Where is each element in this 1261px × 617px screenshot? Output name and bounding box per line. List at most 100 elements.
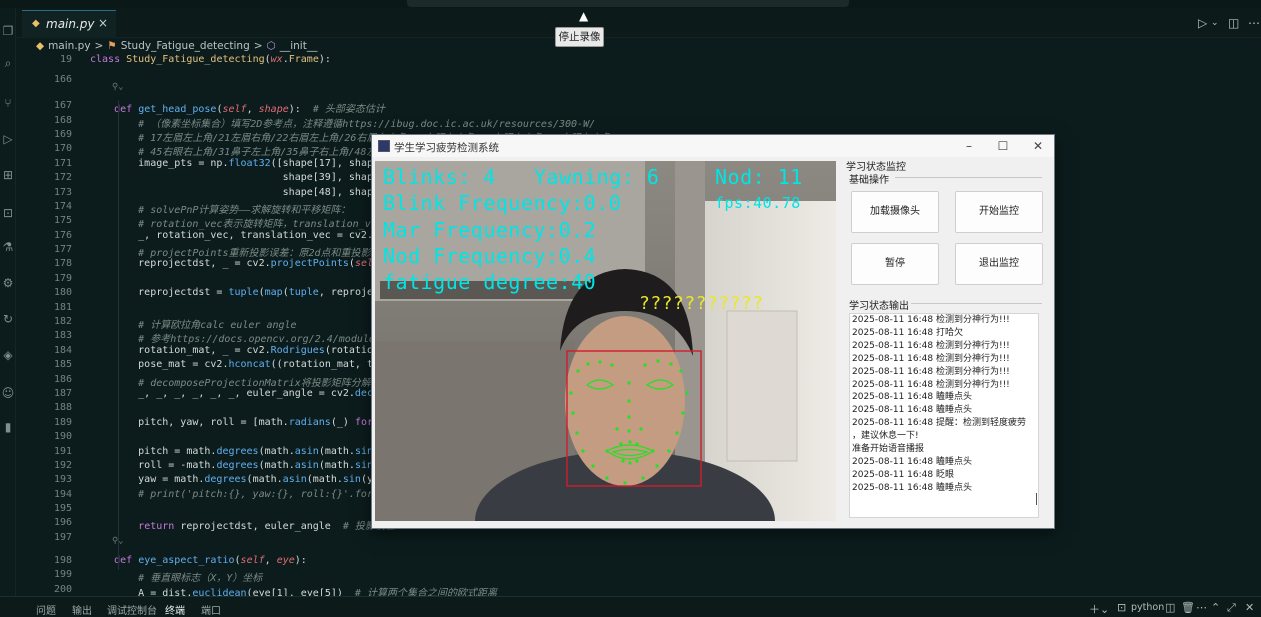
robot-icon[interactable]: ☺ bbox=[1, 386, 15, 400]
panel-tab-ports[interactable]: 端口 bbox=[201, 602, 221, 617]
minimize-icon[interactable]: – bbox=[962, 139, 976, 153]
overlay-fps: fps:40.78 bbox=[715, 194, 801, 212]
line-number: 177 bbox=[53, 244, 72, 255]
code-line[interactable]: self.di bbox=[90, 273, 415, 284]
line-number: 194 bbox=[53, 489, 72, 500]
more-icon[interactable]: ⋯ bbox=[1196, 601, 1207, 614]
group-divider bbox=[895, 177, 1042, 178]
code-line[interactable]: # solvePnP计算姿势——求解旋转和平移矩阵： bbox=[90, 201, 350, 216]
log-line: 2025-08-11 16:48 眨眼 bbox=[852, 469, 954, 480]
code-line[interactable]: pose_mat = cv2.hconcat((rotation_mat, tr… bbox=[90, 359, 403, 370]
method-icon: ⬡ bbox=[266, 40, 276, 52]
class-icon: ⚑ bbox=[107, 40, 117, 52]
log-line: 2025-08-11 16:48 瞌睡点头 bbox=[852, 392, 972, 403]
code-line[interactable]: # decomposeProjectionMatrix将投影矩阵分解为旋 bbox=[90, 374, 391, 389]
remote-icon[interactable]: ⊡ bbox=[1, 206, 15, 220]
log-line: ，建议休息一下! bbox=[852, 431, 919, 442]
control-panel: 学习状态监控 基础操作 加载摄像头 开始监控 暂停 退出监控 学习状态输出 20… bbox=[843, 157, 1053, 525]
breadcrumb-class[interactable]: Study_Fatigue_detecting bbox=[121, 40, 250, 52]
breadcrumb-method[interactable]: __init__ bbox=[280, 40, 318, 52]
maximize-icon[interactable]: ☐ bbox=[996, 139, 1010, 153]
line-number: 200 bbox=[53, 584, 72, 595]
code-line[interactable]: # print('pitch:{}, yaw:{}, roll:{}'.form… bbox=[90, 489, 397, 500]
close-tab-icon[interactable]: × bbox=[98, 16, 108, 30]
codelens-hint[interactable]: ⚲⌄ bbox=[112, 82, 123, 92]
breadcrumb-file[interactable]: main.py bbox=[48, 40, 90, 52]
close-panel-icon[interactable]: ✕ bbox=[1245, 601, 1254, 614]
code-line[interactable]: def get_head_pose(self, shape): # 头部姿态估计 bbox=[90, 100, 385, 115]
code-line[interactable]: rotation_mat, _ = cv2.Rodrigues(rotation… bbox=[90, 345, 403, 356]
plugin-icon[interactable]: ⚙ bbox=[1, 276, 15, 290]
code-line[interactable]: reprojectdst = tuple(map(tuple, reprojec… bbox=[90, 287, 403, 298]
pause-button[interactable]: 暂停 bbox=[851, 243, 939, 285]
line-number: 178 bbox=[53, 258, 72, 269]
breadcrumb: ◆ main.py > ⚑ Study_Fatigue_detecting > ⬡ __ini… bbox=[36, 40, 321, 54]
code-line[interactable]: roll = -math.degrees(math.asin(math.sin(… bbox=[90, 460, 397, 471]
sync-icon[interactable]: ↻ bbox=[1, 312, 15, 326]
line-number: 192 bbox=[53, 460, 72, 471]
log-line: 2025-08-11 16:48 检测到分神行为!!! bbox=[852, 366, 1010, 377]
code-line[interactable]: # 45右眼右上角/31鼻子左上角/35鼻子右上角/48左 bbox=[90, 143, 376, 158]
start-monitor-button[interactable]: 开始监控 bbox=[955, 191, 1043, 233]
more-actions-icon[interactable]: ⋯ bbox=[1248, 16, 1260, 30]
code-line[interactable]: image_pts = np.float32([shape[17], shape… bbox=[90, 158, 397, 169]
docker-icon[interactable]: ◈ bbox=[1, 348, 15, 362]
code-line[interactable]: # 计算欧拉角calc euler angle bbox=[90, 316, 296, 331]
code-line[interactable]: return reprojectdst, euler_angle # 投影误差 bbox=[90, 517, 395, 532]
log-line: 2025-08-11 16:48 瞌睡点头 bbox=[852, 405, 972, 416]
line-number: 172 bbox=[53, 172, 72, 183]
testing-icon[interactable]: ⚗ bbox=[1, 240, 15, 254]
code-line[interactable]: shape[39], shape[42 bbox=[90, 172, 397, 183]
terminal-shell-label[interactable]: python bbox=[1131, 602, 1164, 613]
split-editor-icon[interactable]: ◫ bbox=[1228, 16, 1239, 30]
exit-monitor-button[interactable]: 退出监控 bbox=[955, 243, 1043, 285]
codelens-hint[interactable]: ⚲⌄ bbox=[112, 536, 123, 546]
expand-icon[interactable]: ⤢ bbox=[1227, 601, 1236, 615]
code-line[interactable]: _, _, _, _, _, _, euler_angle = cv2.deco… bbox=[90, 388, 403, 399]
log-line: 2025-08-11 16:48 瞌睡点头 bbox=[852, 456, 972, 467]
extensions-icon[interactable]: ⊞ bbox=[1, 168, 15, 182]
code-line[interactable]: # 参考https://docs.opencv.org/2.4/modules/… bbox=[90, 330, 399, 345]
output-group: 学习状态输出 bbox=[849, 301, 909, 312]
close-icon[interactable]: ✕ bbox=[1031, 139, 1045, 153]
mouse-cursor-icon: ▲ bbox=[579, 9, 589, 23]
trash-icon[interactable]: 🗑 bbox=[1181, 601, 1195, 614]
code-line[interactable]: yaw = math.degrees(math.asin(math.sin(ya… bbox=[90, 474, 397, 485]
overlay-nod: Nod: 11 bbox=[715, 165, 803, 189]
chart-icon[interactable]: ▮ bbox=[1, 420, 15, 434]
run-icon[interactable]: ▷ bbox=[1198, 16, 1207, 30]
command-center[interactable] bbox=[407, 0, 849, 7]
load-camera-button[interactable]: 加载摄像头 bbox=[851, 191, 939, 233]
code-line[interactable]: shape[48], shape[54 bbox=[90, 187, 397, 198]
code-line[interactable]: pitch, yaw, roll = [math.radians(_) for … bbox=[90, 417, 403, 428]
source-control-icon[interactable]: ⑂ bbox=[1, 96, 15, 110]
code-line[interactable]: # （像素坐标集合）填写2D参考点，注释遵循https://ibug.doc.i… bbox=[90, 115, 595, 130]
code-line[interactable]: pitch = math.degrees(math.asin(math.sin(… bbox=[90, 446, 397, 457]
panel-tab-debug-console[interactable]: 调试控制台 bbox=[107, 602, 157, 617]
code-line[interactable]: reprojectdst, _ = cv2.projectPoints(self… bbox=[90, 258, 397, 269]
panel-tab-output[interactable]: 输出 bbox=[72, 602, 92, 617]
panel-bar: 问题 输出 调试控制台 终端 端口 ＋⌄ ⊡ python ◫ 🗑 ⋯ ⌃ ⤢ … bbox=[0, 596, 1261, 617]
run-dropdown-icon[interactable]: ⌄ bbox=[1211, 18, 1219, 28]
code-line[interactable]: # rotation_vec表示旋转矩阵，translation_vec表 bbox=[90, 215, 393, 230]
line-number: 189 bbox=[53, 417, 72, 428]
window-titlebar[interactable]: 学生学习疲劳检测系统 – ☐ ✕ bbox=[372, 135, 1054, 157]
new-terminal-icon[interactable]: ＋⌄ bbox=[1089, 601, 1109, 617]
maximize-panel-icon[interactable]: ⌃ bbox=[1211, 601, 1220, 614]
explorer-icon[interactable]: ❐ bbox=[1, 24, 15, 38]
panel-tab-terminal[interactable]: 终端 bbox=[165, 602, 185, 617]
overlay-status-text: ??????????? bbox=[639, 293, 764, 314]
code-line[interactable]: # projectPoints重新投影误差：原2d点和重投影2d bbox=[90, 244, 382, 259]
tab-main-py[interactable]: ◆ main.py × bbox=[22, 10, 116, 38]
panel-tab-problems[interactable]: 问题 bbox=[36, 602, 56, 617]
line-number: 170 bbox=[53, 143, 72, 154]
code-line[interactable]: # 垂直眼标志（X，Y）坐标 bbox=[90, 569, 262, 584]
code-line[interactable]: def eye_aspect_ratio(self, eye): bbox=[90, 555, 307, 566]
run-debug-icon[interactable]: ▷ bbox=[1, 132, 15, 146]
search-icon[interactable]: ⌕ bbox=[1, 56, 15, 70]
overlay-mar-frequency: Mar Frequency:0.2 bbox=[383, 218, 597, 242]
status-log[interactable]: 2025-08-11 16:48 检测到分神行为!!! 2025-08-11 16… bbox=[849, 313, 1039, 518]
code-line[interactable]: _, rotation_vec, translation_vec = cv2.s… bbox=[90, 230, 403, 241]
split-terminal-icon[interactable]: ◫ bbox=[1165, 601, 1175, 614]
code-line[interactable]: class Study_Fatigue_detecting(wx.Frame): bbox=[90, 54, 331, 65]
